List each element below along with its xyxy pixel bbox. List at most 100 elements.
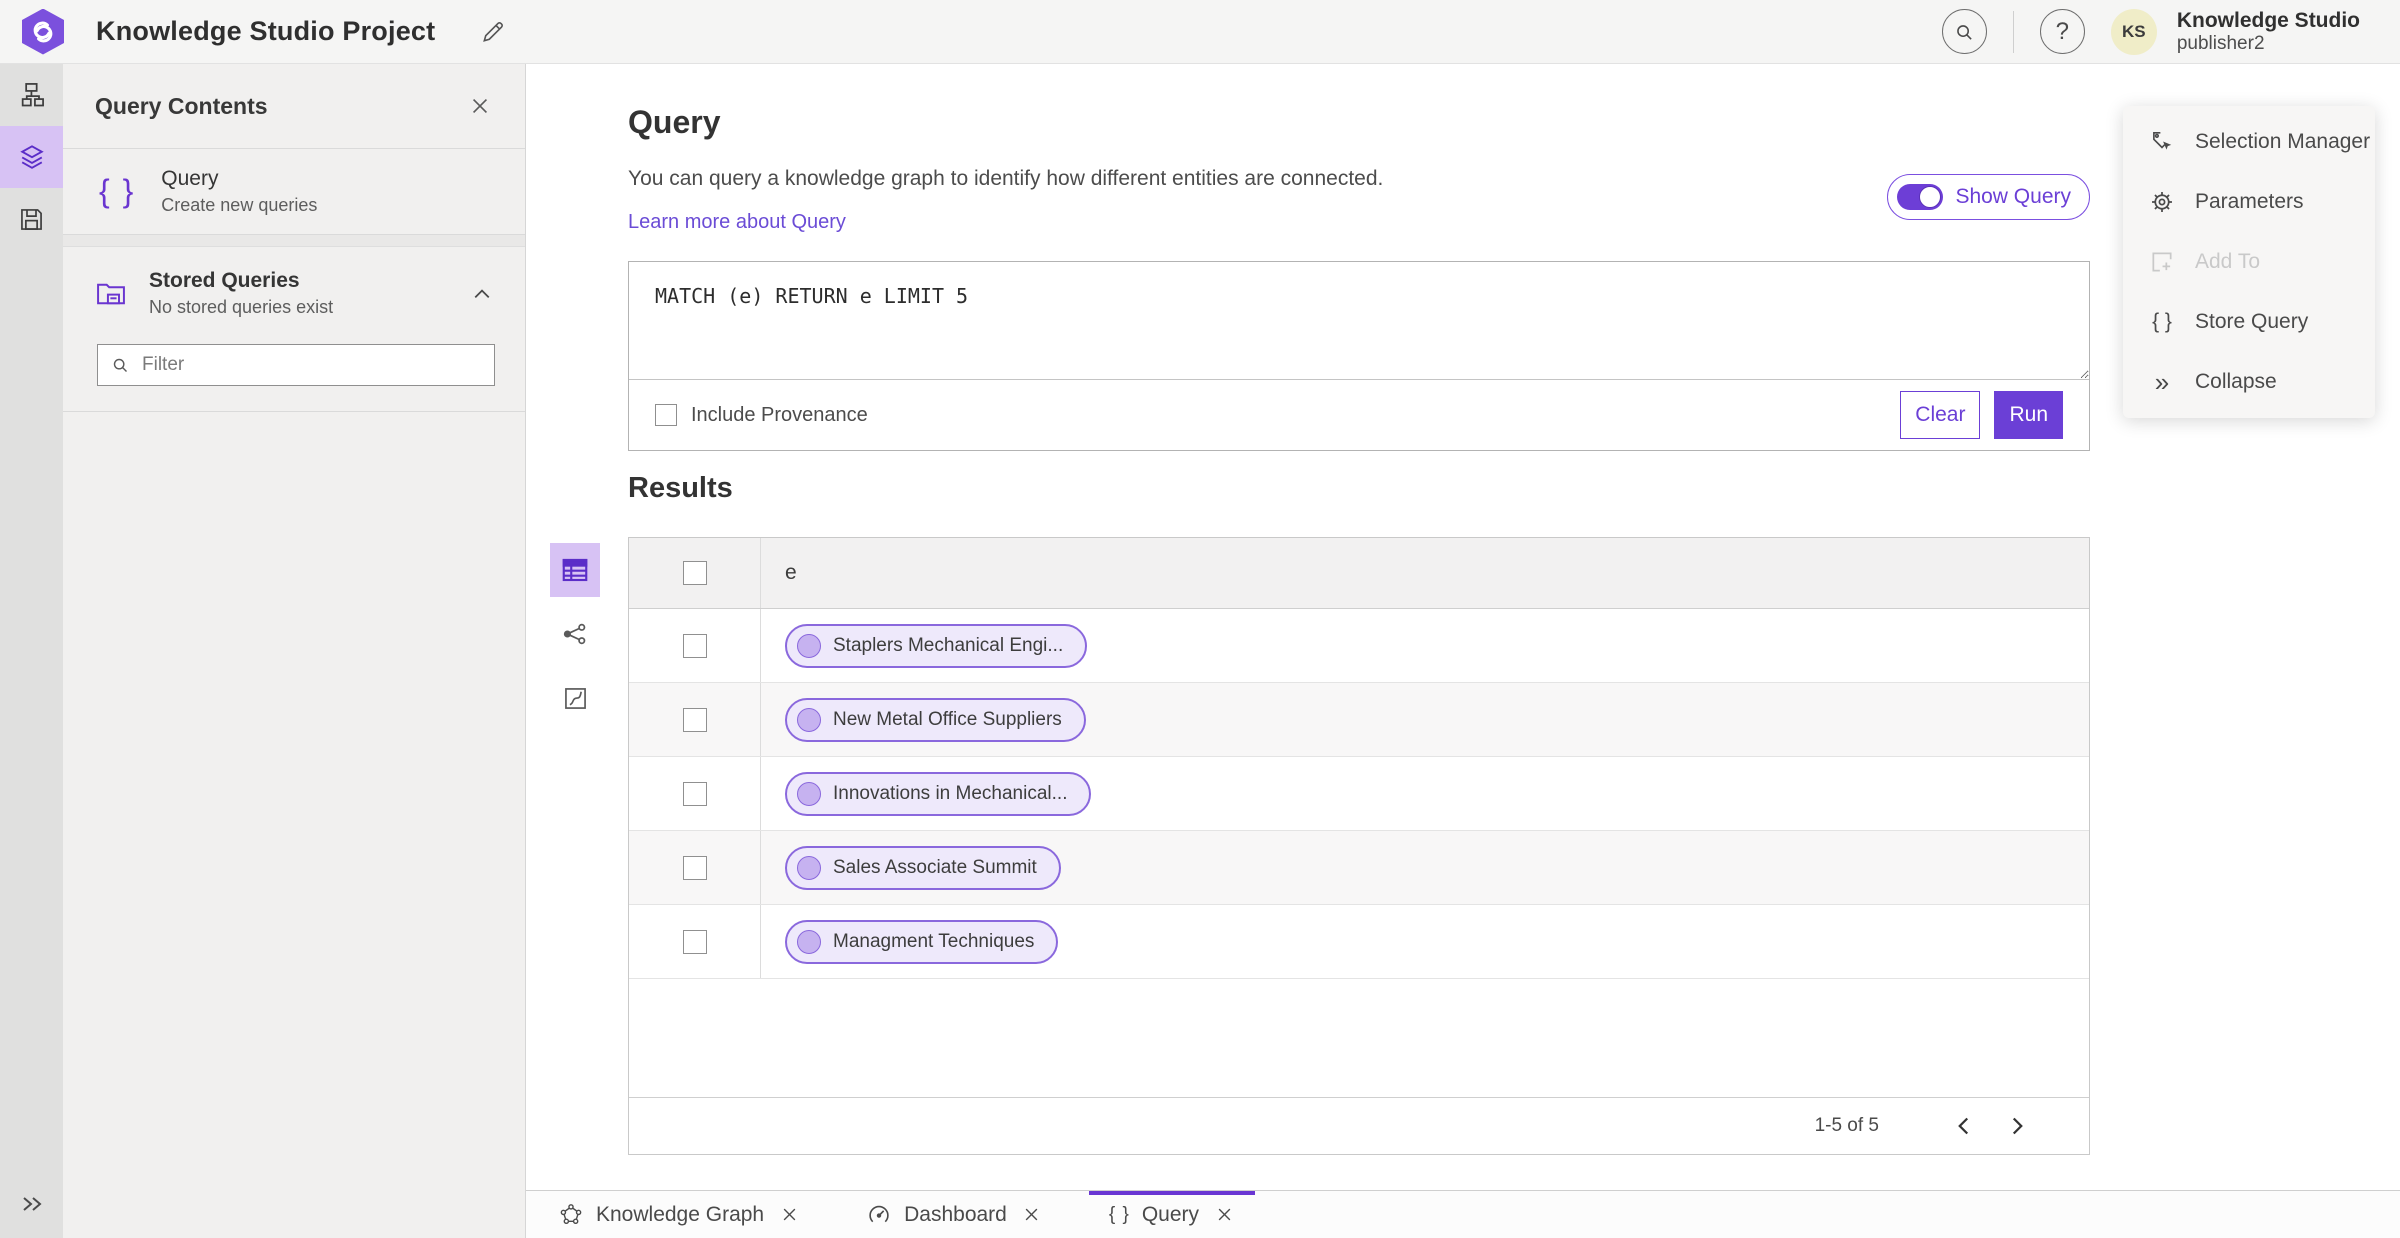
search-icon [113,358,128,373]
include-provenance-checkbox[interactable] [655,404,677,426]
menu-item-parameters[interactable]: Parameters [2123,172,2375,232]
entity-pill[interactable]: New Metal Office Suppliers [785,697,1086,742]
link-chart-view-button[interactable] [550,607,600,661]
close-tab-button[interactable] [1021,1204,1043,1226]
select-all-checkbox[interactable] [682,561,707,585]
tab-knowledge-graph[interactable]: Knowledge Graph [538,1191,820,1238]
braces-icon: { } [99,173,136,209]
main-content: Query You can query a knowledge graph to… [526,64,2400,1190]
previous-page-button[interactable] [1943,1106,1983,1146]
entity-pill[interactable]: Innovations in Mechanical... [785,771,1092,816]
stored-queries-title: Stored Queries [149,269,300,292]
query-input[interactable]: MATCH (e) RETURN e LIMIT 5 [629,262,2089,380]
stored-queries-text: Stored Queries No stored queries exist [149,269,333,318]
chevron-left-icon [1957,1117,1968,1135]
toggle-knob [1919,186,1942,208]
map-view-button[interactable] [550,671,600,725]
menu-item-selection-manager[interactable]: Selection Manager [2123,112,2375,172]
tab-query[interactable]: { } Query [1089,1191,1255,1238]
stored-queries-section[interactable]: Stored Queries No stored queries exist [63,247,525,326]
stored-section-bottom-divider [63,386,525,412]
query-item-title: Query [161,167,219,190]
menu-label: Collapse [2195,370,2277,393]
avatar[interactable]: KS [2110,8,2157,55]
expand-rail-button[interactable] [0,1184,63,1224]
header-divider [2012,10,2014,53]
query-editor-footer: Include Provenance Clear Run [629,380,2089,450]
rail-item-data-model[interactable] [0,64,63,126]
header-checkbox-cell [629,538,761,608]
entity-pill[interactable]: Managment Techniques [785,919,1059,964]
row-checkbox[interactable] [682,781,707,806]
sidebar-item-query[interactable]: { } Query Create new queries [63,149,525,235]
entity-label: Managment Techniques [833,930,1035,952]
row-checkbox[interactable] [682,929,707,954]
graph-icon [560,1203,582,1224]
rail-item-save[interactable] [0,188,63,250]
layers-icon [19,145,44,169]
table-row: Sales Associate Summit [629,831,2089,905]
panel-header: Query Contents [63,64,525,149]
row-checkbox[interactable] [682,633,707,658]
help-button[interactable]: ? [2039,9,2085,54]
toggle-label: Show Query [1955,185,2071,208]
table-view-button[interactable] [550,543,600,597]
search-button[interactable] [1941,9,1987,54]
stored-queries-subtitle: No stored queries exist [149,297,334,317]
query-editor-card: MATCH (e) RETURN e LIMIT 5 Include Prove… [628,261,2090,451]
row-checkbox[interactable] [682,855,707,880]
toggle-track[interactable] [1897,184,1944,210]
row-checkbox[interactable] [682,707,707,732]
show-query-toggle[interactable]: Show Query [1887,174,2090,220]
tab-dashboard[interactable]: Dashboard [846,1191,1063,1238]
filter-input[interactable] [142,354,482,376]
menu-label: Store Query [2195,310,2309,333]
query-item-text: Query Create new queries [161,167,317,216]
column-header-e: e [785,561,797,584]
double-chevron-right-icon: » [2154,366,2170,397]
menu-label: Selection Manager [2195,130,2371,153]
table-row: New Metal Office Suppliers [629,683,2089,757]
entity-dot-icon [797,781,821,806]
menu-item-collapse[interactable]: » Collapse [2123,352,2375,412]
help-icon: ? [2055,17,2070,45]
collapse-section-button[interactable] [467,279,497,309]
table-pagination: 1-5 of 5 [629,1097,2089,1154]
close-tab-button[interactable] [778,1204,800,1226]
entity-pill[interactable]: Staplers Mechanical Engi... [785,623,1088,668]
table-view-icon [562,558,588,582]
clear-button[interactable]: Clear [1900,391,1981,439]
stored-queries-folder-icon [97,283,125,304]
panel-close-button[interactable] [463,89,497,123]
query-item-subtitle: Create new queries [161,195,318,215]
rail-item-contents[interactable] [0,126,63,188]
tab-label: Dashboard [904,1202,1007,1226]
query-tools-menu: Selection Manager Parameters Add To { } [2123,106,2375,418]
gauge-icon [869,1205,889,1222]
double-chevron-right-icon [22,1197,42,1211]
run-button[interactable]: Run [1994,391,2063,439]
entity-dot-icon [797,707,821,732]
next-page-button[interactable] [1997,1106,2037,1146]
table-row: Staplers Mechanical Engi... [629,609,2089,683]
close-tab-button[interactable] [1213,1204,1235,1226]
search-icon [1957,24,1973,40]
entity-pill[interactable]: Sales Associate Summit [785,845,1061,890]
query-contents-panel: Query Contents { } Query Create new quer… [63,64,526,1238]
edit-title-button[interactable] [475,14,511,50]
include-provenance-label: Include Provenance [691,403,868,426]
results-view-switcher [550,543,600,735]
table-empty-space [629,979,2089,1097]
entity-label: Innovations in Mechanical... [833,782,1068,804]
entity-label: Staplers Mechanical Engi... [833,634,1064,656]
selection-manager-icon [2147,129,2177,155]
panel-title: Query Contents [95,92,268,119]
close-icon [783,1208,795,1221]
learn-more-link[interactable]: Learn more about Query [628,211,846,234]
share-nodes-icon [563,623,586,645]
menu-item-store-query[interactable]: { } Store Query [2123,292,2375,352]
hierarchy-icon [21,83,44,107]
left-icon-rail [0,64,63,1238]
user-role: publisher2 [2176,32,2265,54]
chevron-right-icon [2012,1117,2023,1135]
